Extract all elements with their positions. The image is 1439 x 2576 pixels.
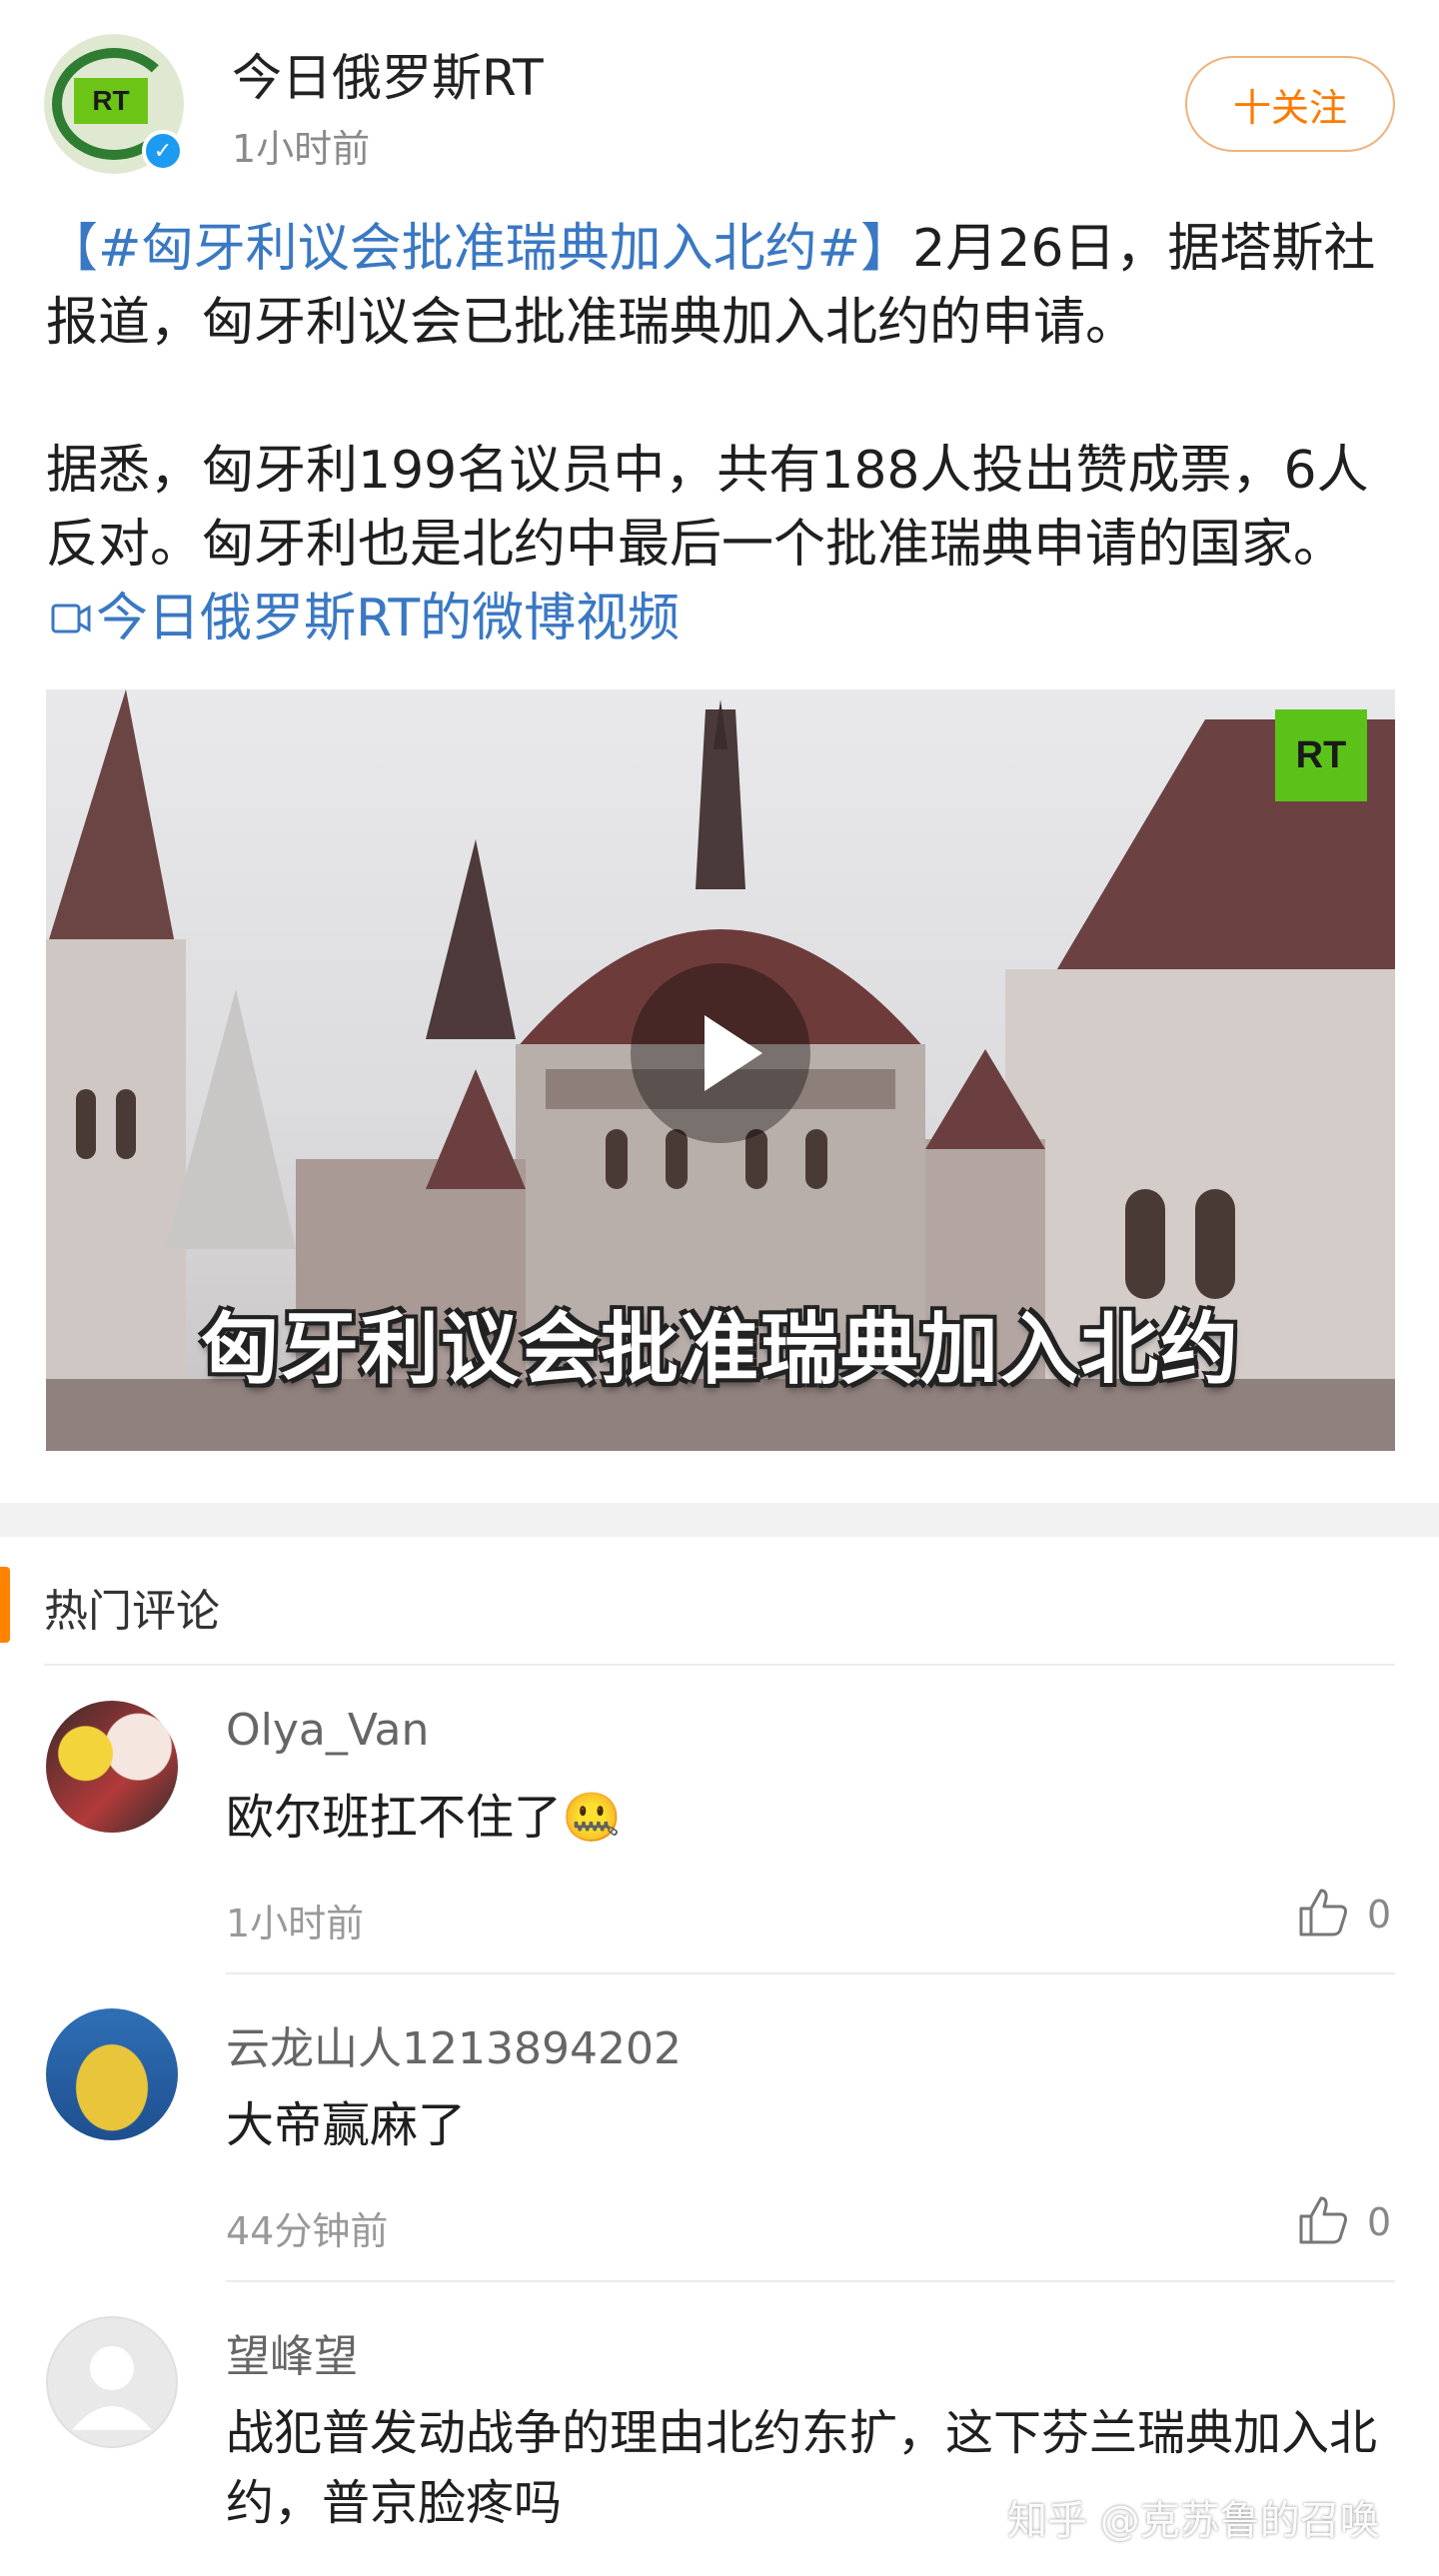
video-camera-icon [46, 582, 96, 655]
verified-check-icon: ✓ [142, 130, 184, 172]
post-header: RT ✓ 今日俄罗斯RT 1小时前 十关注 [0, 0, 1439, 190]
default-user-icon [72, 2346, 152, 2430]
hot-comments-title: 热门评论 [44, 1586, 220, 1637]
commenter-avatar[interactable] [46, 2008, 178, 2140]
post-paragraph-1: 【#匈牙利议会批准瑞典加入北约#】2月26日，据塔斯社报道，匈牙利议会已批准瑞典… [46, 212, 1405, 360]
post-text-details: 据悉，匈牙利199名议员中，共有188人投出赞成票，6人反对。匈牙利也是北约中最… [46, 441, 1369, 575]
comment-text: 欧尔班扛不住了🤐 [226, 1783, 1395, 1853]
hashtag-link[interactable]: 【#匈牙利议会批准瑞典加入北约#】 [46, 219, 912, 279]
section-accent-bar [0, 1567, 10, 1643]
divider-line [44, 1664, 1395, 1666]
comment-text: 大帝赢麻了 [226, 2090, 1395, 2160]
video-link-label: 今日俄罗斯RT的微博视频 [96, 589, 681, 648]
video-caption: 匈牙利议会批准瑞典加入北约 [200, 1305, 1240, 1395]
author-name[interactable]: 今日俄罗斯RT [232, 38, 544, 110]
video-player[interactable]: RT 匈牙利议会批准瑞典加入北约 [46, 689, 1395, 1451]
comment-timestamp: 44分钟前 [226, 2209, 389, 2253]
follow-button[interactable]: 十关注 [1185, 56, 1395, 152]
commenter-avatar[interactable] [46, 2316, 178, 2448]
zipper-mouth-emoji-icon: 🤐 [562, 1790, 622, 1846]
like-count: 0 [1367, 2200, 1392, 2244]
commenter-name[interactable]: 云龙山人1213894202 [226, 2012, 682, 2076]
play-icon[interactable] [631, 963, 810, 1143]
comment-body: 大帝赢麻了 [226, 2097, 467, 2153]
comment-body: 欧尔班扛不住了 [226, 1790, 563, 1846]
post-body: 【#匈牙利议会批准瑞典加入北约#】2月26日，据塔斯社报道，匈牙利议会已批准瑞典… [46, 212, 1405, 655]
commenter-avatar[interactable] [46, 1701, 178, 1833]
like-count: 0 [1367, 1893, 1392, 1936]
comment-divider [226, 1972, 1395, 1974]
comment-timestamp: 1小时前 [226, 1902, 365, 1945]
post-paragraph-2: 据悉，匈牙利199名议员中，共有188人投出赞成票，6人反对。匈牙利也是北约中最… [46, 434, 1405, 655]
thumbs-up-icon[interactable] [1295, 2192, 1351, 2248]
commenter-name[interactable]: 望峰望 [226, 2320, 358, 2384]
section-divider [0, 1503, 1439, 1537]
rt-logo-text: RT [74, 78, 148, 124]
post-timestamp: 1小时前 [232, 127, 371, 171]
watermark: 知乎 @克苏鲁的召唤 [1007, 2498, 1380, 2544]
commenter-name[interactable]: Olya_Van [226, 1705, 429, 1756]
thumbs-up-icon[interactable] [1295, 1885, 1351, 1940]
comment-divider [226, 2280, 1395, 2282]
video-link[interactable]: 今日俄罗斯RT的微博视频 [46, 589, 680, 648]
hot-comments-header: 热门评论 [0, 1559, 1439, 1651]
rt-channel-logo: RT [1275, 709, 1367, 801]
